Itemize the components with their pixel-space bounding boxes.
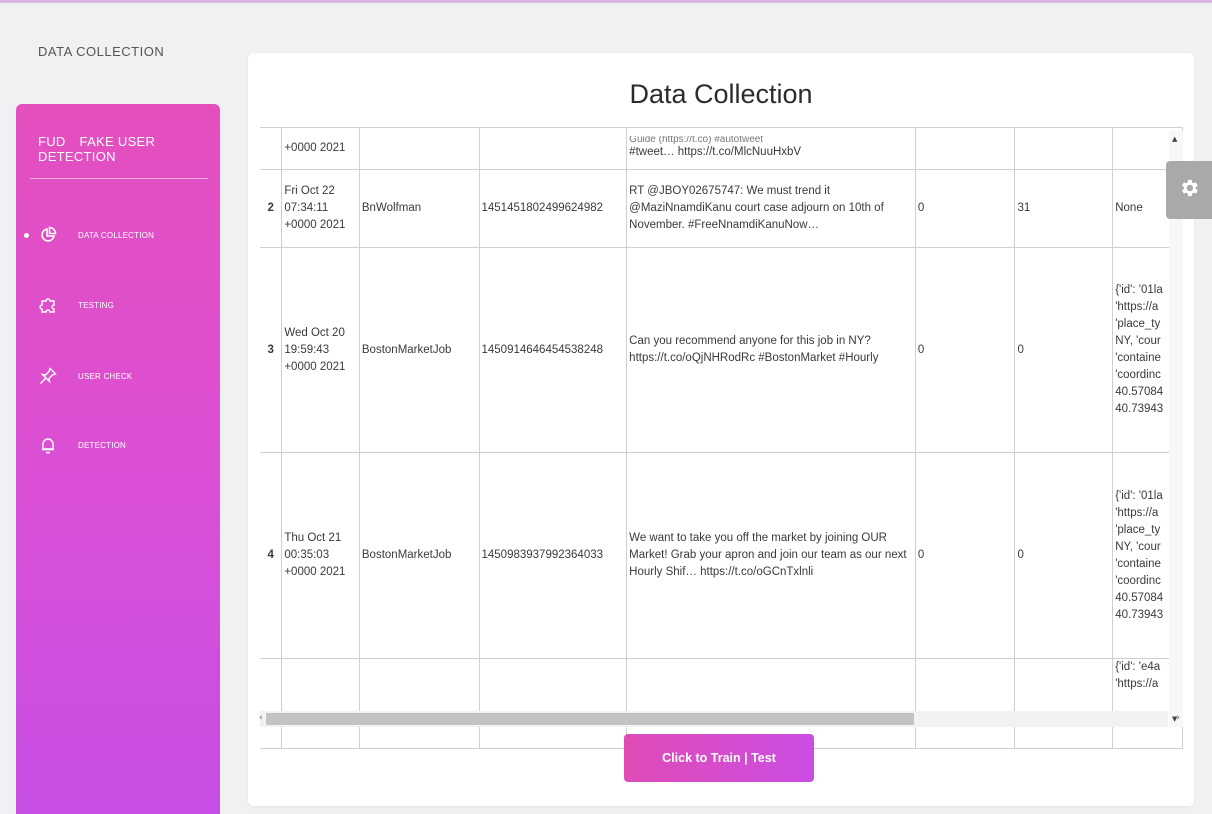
sidebar-item-label: TESTING <box>78 300 115 310</box>
row-index <box>260 658 283 749</box>
cell-col6: 0 <box>1014 247 1114 453</box>
cell-user: BostonMarketJob <box>358 452 480 659</box>
scroll-right-icon[interactable]: › <box>1176 713 1180 723</box>
cell-col6: 0 <box>1014 452 1114 659</box>
cell-user: BnWolfman <box>358 169 480 248</box>
vertical-scrollbar[interactable]: ▲ ▼ <box>1169 131 1183 727</box>
settings-gear-button[interactable] <box>1166 161 1212 219</box>
table-row: 4 Thu Oct 21 00:35:03 +0000 2021 BostonM… <box>260 452 1183 659</box>
cell-user: BostonMarketJob <box>358 247 480 453</box>
cell-id: 1450983937992364033 <box>478 452 628 659</box>
cell-col5 <box>914 127 1016 170</box>
cell-col6 <box>1014 127 1114 170</box>
table-row: 2 Fri Oct 22 07:34:11 +0000 2021 BnWolfm… <box>260 169 1183 248</box>
row-index <box>260 127 283 170</box>
cell-text-cut: Guide (https://t.co) #autotweet <box>629 136 764 144</box>
cell-date: Thu Oct 21 00:35:03 +0000 2021 <box>281 452 360 659</box>
gear-icon <box>1178 177 1200 203</box>
sidebar-item-user-check[interactable]: USER CHECK <box>16 361 220 391</box>
row-index: 2 <box>260 169 283 248</box>
cell-id <box>478 658 628 749</box>
sidebar: FUD FAKE USER DETECTION DATA COLLECTION … <box>16 104 220 814</box>
cell-col6: 31 <box>1014 169 1114 248</box>
top-accent-line <box>0 0 1212 3</box>
scroll-left-icon[interactable]: ‹ <box>259 713 263 723</box>
puzzle-icon <box>38 295 58 315</box>
cell-id: 1450914646454538248 <box>478 247 628 453</box>
scroll-up-icon[interactable]: ▲ <box>1172 135 1177 143</box>
cell-date: Wed Oct 20 19:59:43 +0000 2021 <box>281 247 360 453</box>
brand[interactable]: FUD FAKE USER DETECTION <box>38 134 220 164</box>
page-title: Data Collection <box>629 79 813 109</box>
active-indicator <box>24 232 29 238</box>
pie-chart-icon <box>38 225 58 245</box>
pin-icon <box>38 366 58 386</box>
cell-col5: 0 <box>914 452 1016 659</box>
cell-date <box>281 658 360 749</box>
train-test-button[interactable]: Click to Train | Test <box>624 734 814 782</box>
cell-date: Fri Oct 22 07:34:11 +0000 2021 <box>281 169 360 248</box>
cell-col5 <box>914 658 1016 749</box>
sidebar-item-testing[interactable]: TESTING <box>16 290 220 320</box>
cell-text: Guide (https://t.co) #autotweet #tweet… … <box>626 127 916 170</box>
data-table: +0000 2021 Guide (https://t.co) #autotwe… <box>260 127 1183 749</box>
cell-col6 <box>1014 658 1114 749</box>
table-row: +0000 2021 Guide (https://t.co) #autotwe… <box>260 127 1183 170</box>
sidebar-item-detection[interactable]: DETECTION <box>16 430 220 460</box>
main-card: Data Collection +0000 2021 Guide (https:… <box>248 53 1194 806</box>
data-table-viewport[interactable]: +0000 2021 Guide (https://t.co) #autotwe… <box>260 127 1183 761</box>
sidebar-item-label: USER CHECK <box>78 371 133 381</box>
cell-text-body: #tweet… https://t.co/MlcNuuHxbV <box>629 146 802 158</box>
sidebar-item-data-collection[interactable]: DATA COLLECTION <box>16 220 220 250</box>
bell-icon <box>38 435 58 455</box>
sidebar-item-label: DATA COLLECTION <box>78 230 155 240</box>
cell-col5: 0 <box>914 247 1016 453</box>
sidebar-item-label: DETECTION <box>78 440 127 450</box>
cell-id <box>478 127 628 170</box>
cell-id: 1451451802499624982 <box>478 169 628 248</box>
row-index: 3 <box>260 247 283 453</box>
cell-user <box>358 127 480 170</box>
horizontal-scroll-thumb[interactable] <box>266 713 914 725</box>
brand-abbreviation: FUD <box>38 134 66 149</box>
horizontal-scrollbar[interactable]: ‹ › <box>259 711 1180 727</box>
sidebar-divider <box>30 178 208 179</box>
row-index: 4 <box>260 452 283 659</box>
cell-text: RT @JBOY02675747: We must trend it @Mazi… <box>626 169 916 248</box>
table-row: 3 Wed Oct 20 19:59:43 +0000 2021 BostonM… <box>260 247 1183 453</box>
cell-col5: 0 <box>914 169 1016 248</box>
cell-user <box>358 658 480 749</box>
cell-text: We want to take you off the market by jo… <box>626 452 916 659</box>
cell-text: Can you recommend anyone for this job in… <box>626 247 916 453</box>
cell-date: +0000 2021 <box>281 127 360 170</box>
page-label: DATA COLLECTION <box>38 44 165 59</box>
